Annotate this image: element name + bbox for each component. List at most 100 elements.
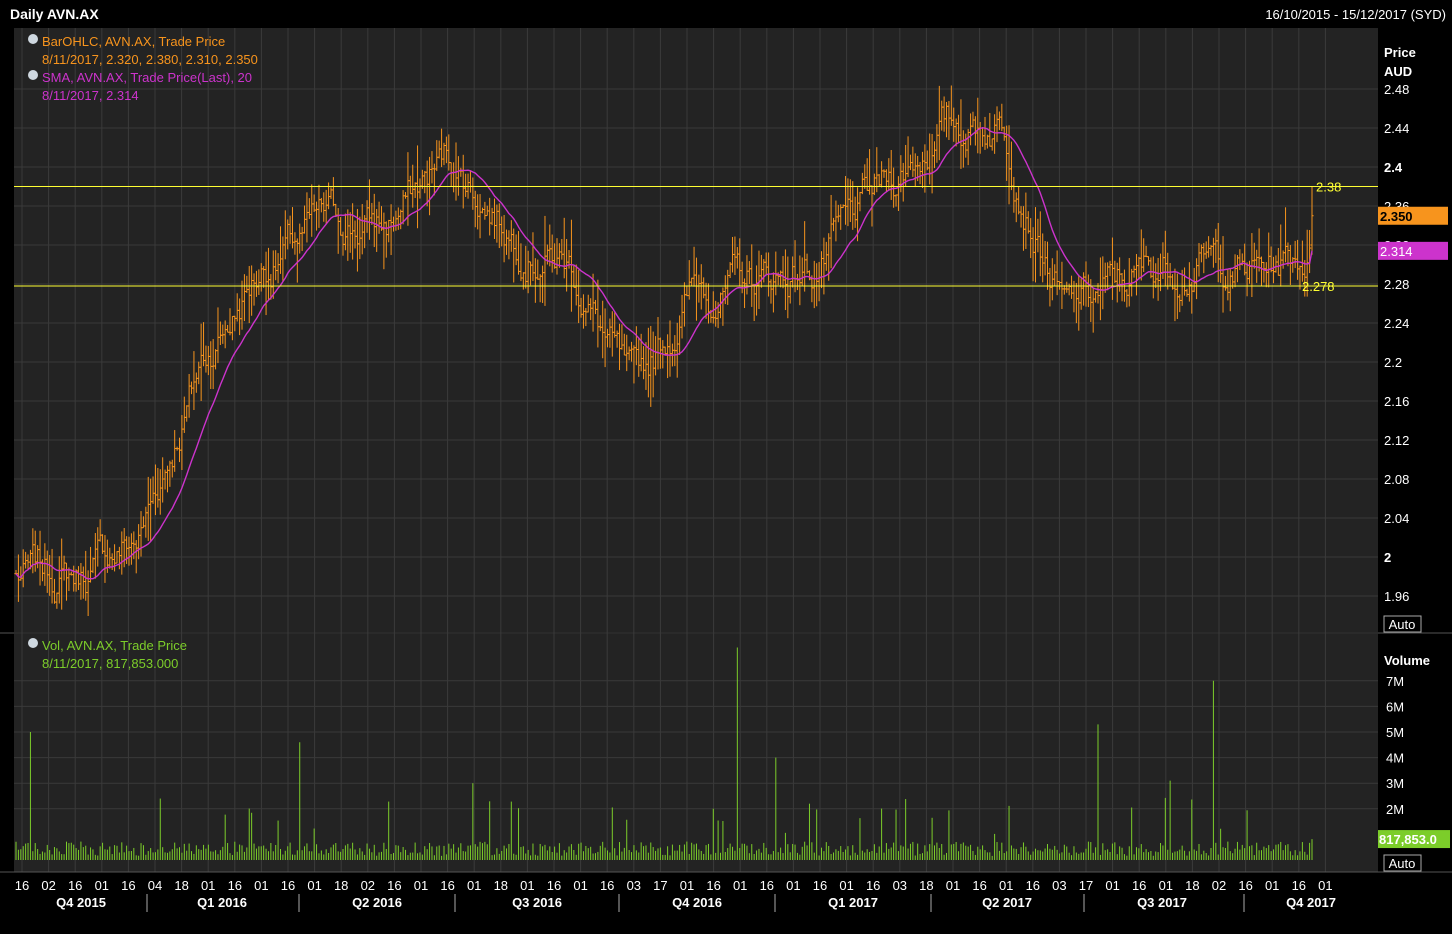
day-tick-label: 16: [1132, 878, 1146, 893]
day-tick-label: 01: [1265, 878, 1279, 893]
day-tick-label: 01: [520, 878, 534, 893]
day-tick-label: 01: [999, 878, 1013, 893]
info-icon[interactable]: [28, 70, 38, 80]
day-tick-label: 02: [1212, 878, 1226, 893]
day-tick-label: 16: [813, 878, 827, 893]
day-tick-label: 01: [1105, 878, 1119, 893]
day-tick-label: 01: [733, 878, 747, 893]
day-tick-label: 16: [1238, 878, 1252, 893]
date-range: 16/10/2015 - 15/12/2017 (SYD): [1265, 7, 1446, 22]
day-tick-label: 02: [361, 878, 375, 893]
last-volume-tag: 817,853.0: [1378, 830, 1450, 849]
day-tick-label: 02: [41, 878, 55, 893]
last-price-tag: 2.350: [1378, 206, 1448, 225]
legend-sma-label: SMA, AVN.AX, Trade Price(Last), 20: [42, 70, 252, 85]
volume-panel: [14, 634, 1378, 872]
chart-canvas: Daily AVN.AX 16/10/2015 - 15/12/2017 (SY…: [0, 0, 1452, 934]
volume-axis-title: Volume: [1384, 653, 1430, 668]
volume-tick-label: 5M: [1386, 725, 1404, 740]
day-tick-label: 01: [946, 878, 960, 893]
quarter-label: Q1 2016: [197, 895, 247, 910]
chart-title: Daily AVN.AX: [10, 6, 99, 22]
day-tick-label: 16: [15, 878, 29, 893]
day-tick-label: 18: [1185, 878, 1199, 893]
day-tick-label: 16: [281, 878, 295, 893]
day-tick-label: 17: [653, 878, 667, 893]
day-tick-label: 01: [254, 878, 268, 893]
quarter-label: Q3 2016: [512, 895, 562, 910]
day-tick-label: 04: [148, 878, 162, 893]
price-tick-label: 2.4: [1384, 160, 1403, 175]
price-tick-label: 2.2: [1384, 355, 1402, 370]
day-tick-label: 01: [95, 878, 109, 893]
day-tick-label: 16: [1292, 878, 1306, 893]
volume-tick-label: 2M: [1386, 802, 1404, 817]
price-auto-label: Auto: [1389, 617, 1416, 632]
day-tick-label: 16: [600, 878, 614, 893]
volume-auto-button[interactable]: Auto: [1383, 854, 1422, 872]
price-tick-label: 2.04: [1384, 511, 1409, 526]
day-tick-label: 17: [1079, 878, 1093, 893]
day-tick-label: 01: [680, 878, 694, 893]
sma-tag-text: 2.314: [1380, 244, 1413, 259]
day-tick-label: 16: [68, 878, 82, 893]
quarter-label: Q2 2016: [352, 895, 402, 910]
day-tick-label: 16: [1026, 878, 1040, 893]
legend-sma-value: 8/11/2017, 2.314: [42, 88, 139, 103]
info-icon[interactable]: [28, 638, 38, 648]
price-auto-button[interactable]: Auto: [1383, 615, 1422, 633]
day-tick-label: 01: [414, 878, 428, 893]
legend-ohlc-value: 8/11/2017, 2.320, 2.380, 2.310, 2.350: [42, 52, 258, 67]
legend-volume-label: Vol, AVN.AX, Trade Price: [42, 638, 187, 653]
price-tick-label: 1.96: [1384, 589, 1409, 604]
day-tick-label: 18: [919, 878, 933, 893]
price-tick-label: 2: [1384, 550, 1391, 565]
quarter-label: Q2 2017: [982, 895, 1032, 910]
day-tick-label: 01: [573, 878, 587, 893]
price-axis-title: Price: [1384, 45, 1416, 60]
sma-tag: 2.314: [1378, 241, 1448, 260]
legend-volume-value: 8/11/2017, 817,853.000: [42, 656, 178, 671]
day-tick-label: 16: [972, 878, 986, 893]
day-tick-label: 01: [786, 878, 800, 893]
day-tick-label: 16: [228, 878, 242, 893]
day-tick-label: 16: [760, 878, 774, 893]
last-price-tag-text: 2.350: [1380, 209, 1413, 224]
day-tick-label: 01: [1159, 878, 1173, 893]
quarter-label: Q3 2017: [1137, 895, 1187, 910]
price-tick-label: 2.24: [1384, 316, 1409, 331]
volume-tick-label: 6M: [1386, 699, 1404, 714]
day-tick-label: 01: [1318, 878, 1332, 893]
last-volume-tag-text: 817,853.0: [1379, 832, 1437, 847]
day-tick-label: 18: [334, 878, 348, 893]
day-tick-label: 16: [440, 878, 454, 893]
volume-tick-label: 4M: [1386, 751, 1404, 766]
volume-tick-label: 7M: [1386, 674, 1404, 689]
price-tick-label: 2.28: [1384, 277, 1409, 292]
price-tick-label: 2.08: [1384, 472, 1409, 487]
day-tick-label: 03: [1052, 878, 1066, 893]
quarter-label: Q4 2015: [56, 895, 106, 910]
quarter-label: Q4 2016: [672, 895, 722, 910]
volume-auto-label: Auto: [1389, 856, 1416, 871]
quarter-label: Q4 2017: [1286, 895, 1336, 910]
info-icon[interactable]: [28, 34, 38, 44]
day-tick-label: 16: [866, 878, 880, 893]
price-tick-label: 2.16: [1384, 394, 1409, 409]
volume-tick-label: 3M: [1386, 776, 1404, 791]
price-tick-label: 2.44: [1384, 121, 1409, 136]
quarter-label: Q1 2017: [828, 895, 878, 910]
price-tick-label: 2.12: [1384, 433, 1409, 448]
day-tick-label: 18: [494, 878, 508, 893]
price-axis-unit: AUD: [1384, 64, 1412, 79]
day-tick-label: 01: [839, 878, 853, 893]
hline-label: 2.278: [1302, 279, 1335, 294]
day-tick-label: 16: [706, 878, 720, 893]
day-tick-label: 16: [121, 878, 135, 893]
day-tick-label: 01: [467, 878, 481, 893]
legend-ohlc-label: BarOHLC, AVN.AX, Trade Price: [42, 34, 225, 49]
hline-label: 2.38: [1316, 180, 1341, 195]
day-tick-label: 01: [307, 878, 321, 893]
day-tick-label: 16: [547, 878, 561, 893]
price-tick-label: 2.48: [1384, 82, 1409, 97]
